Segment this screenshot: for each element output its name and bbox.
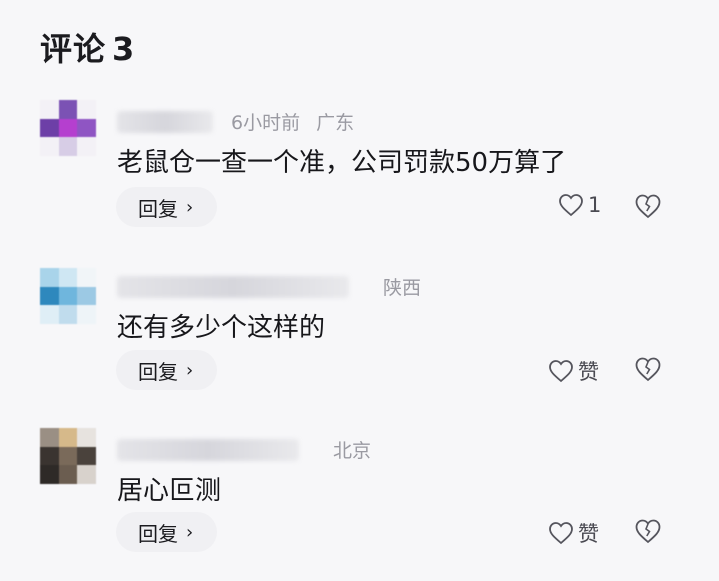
chevron-right-icon: ›	[186, 196, 194, 218]
reply-button[interactable]: 回复 ›	[116, 350, 218, 390]
username-blurred[interactable]	[117, 110, 213, 133]
dislike-button[interactable]	[634, 193, 662, 223]
like-label: 赞	[578, 360, 599, 384]
comment-text: 居心叵测	[117, 476, 222, 506]
comment-location: 北京	[333, 440, 372, 462]
like-button[interactable]: 赞	[548, 356, 599, 386]
comment-time: 6小时前	[231, 112, 301, 134]
comments-header: 评论 3	[40, 24, 135, 70]
avatar[interactable]	[40, 428, 96, 484]
dislike-button[interactable]	[634, 356, 662, 386]
heart-outline-icon	[559, 194, 583, 217]
avatar[interactable]	[40, 100, 96, 156]
reply-button[interactable]: 回复 ›	[116, 512, 218, 552]
comment-meta: 北京	[117, 436, 371, 463]
comment-location: 陕西	[383, 277, 422, 299]
comment-meta: 陕西	[117, 273, 421, 300]
heart-outline-icon	[549, 522, 573, 545]
comment-meta: 6小时前 广东	[117, 108, 354, 135]
comment-location: 广东	[316, 112, 355, 134]
chevron-right-icon: ›	[186, 521, 194, 543]
reply-label: 回复	[138, 196, 178, 221]
chevron-right-icon: ›	[186, 359, 194, 381]
broken-heart-icon	[635, 519, 661, 544]
comment-text: 还有多少个这样的	[117, 313, 326, 343]
username-blurred[interactable]	[117, 275, 349, 298]
avatar[interactable]	[40, 268, 96, 324]
dislike-button[interactable]	[634, 518, 662, 548]
username-blurred[interactable]	[117, 438, 299, 461]
reply-label: 回复	[138, 521, 178, 546]
broken-heart-icon	[635, 194, 661, 219]
like-button[interactable]: 赞	[548, 518, 599, 548]
reply-label: 回复	[138, 359, 178, 384]
broken-heart-icon	[635, 357, 661, 382]
comment-text: 老鼠仓一查一个准，公司罚款50万算了	[117, 148, 567, 178]
like-count: 1	[588, 193, 602, 217]
like-label: 赞	[578, 522, 599, 546]
heart-outline-icon	[549, 360, 573, 383]
reply-button[interactable]: 回复 ›	[116, 187, 218, 227]
comments-title: 评论	[40, 30, 107, 68]
comments-count: 3	[112, 30, 136, 68]
like-button[interactable]: 1	[558, 193, 601, 217]
